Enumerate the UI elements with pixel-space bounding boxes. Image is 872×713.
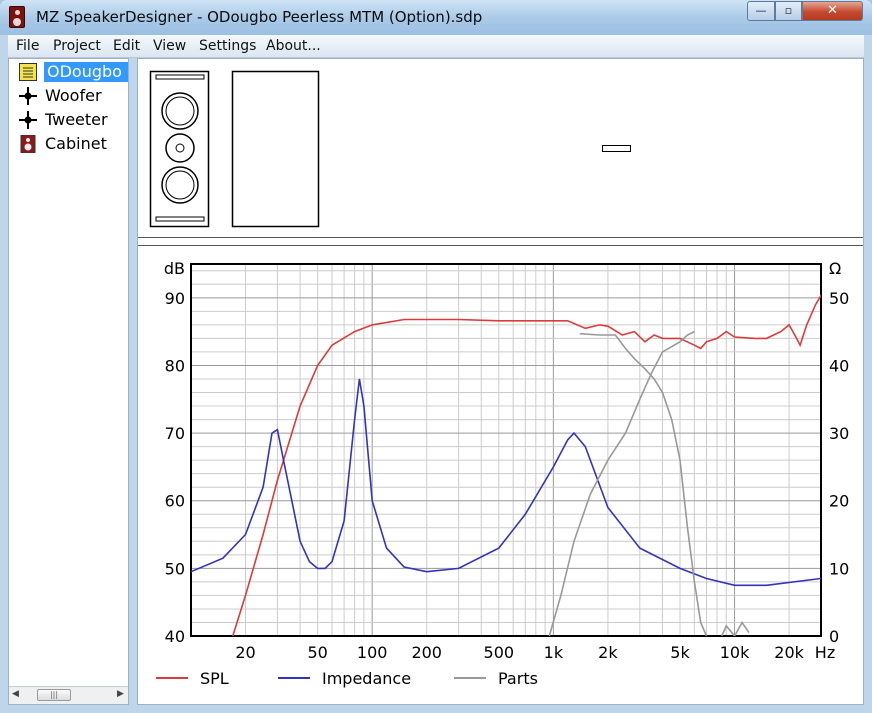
menu-view[interactable]: View (153, 38, 186, 54)
y-right-tick-label: 40 (829, 356, 849, 375)
y-left-tick-label: 50 (165, 559, 185, 578)
x-tick-label: 20k (774, 643, 804, 662)
x-tick-label: 50 (307, 643, 327, 662)
legend-label-spl: SPL (200, 669, 229, 688)
window-title: MZ SpeakerDesigner - ODougbo Peerless MT… (36, 8, 483, 26)
x-unit-label: Hz (815, 643, 835, 662)
menu-settings[interactable]: Settings (199, 38, 256, 54)
project-tree[interactable]: ODougbo Woofer Tweeter Cabinet ◀ ||| ▶ (8, 58, 129, 705)
x-tick-label: 20 (235, 643, 255, 662)
maximize-icon: ▫ (784, 4, 793, 17)
tree-item-label: ODougbo (44, 62, 128, 82)
main-pane: 40 50 60 70 80 90 0 10 20 30 40 50 dB Ω 20 50 100 200 500 1… (137, 58, 864, 705)
tree-item-project[interactable]: ODougbo (11, 61, 128, 83)
minimize-icon: — (755, 4, 767, 17)
tree-item-label: Tweeter (45, 110, 108, 129)
menu-about[interactable]: About... (266, 38, 321, 54)
frequency-response-chart: 40506070809001020304050dB Ω20 50 100 200 500 1… (156, 259, 849, 688)
cabinet-icon (20, 135, 36, 153)
y-right-tick-label: 50 (829, 289, 849, 308)
menu-file[interactable]: File (16, 38, 39, 54)
y-right-tick-label: 20 (829, 492, 849, 511)
y-right-tick-label: 30 (829, 424, 849, 443)
close-icon: ✕ (827, 3, 838, 18)
menu-bar: File Project Edit View Settings About... (8, 35, 864, 58)
y-left-unit-label: dB (164, 259, 185, 278)
tree-item-woofer[interactable]: Woofer (11, 85, 128, 107)
series-line-spl (232, 293, 821, 636)
close-button[interactable]: ✕ (802, 1, 863, 21)
legend-label-parts: Parts (498, 669, 538, 688)
app-speaker-icon[interactable] (9, 6, 25, 28)
scroll-left-icon[interactable]: ◀ (12, 689, 19, 699)
minimize-button[interactable]: — (747, 1, 775, 21)
y-left-tick-label: 80 (165, 356, 185, 375)
y-left-tick-label: 70 (165, 424, 185, 443)
tree-horizontal-scrollbar[interactable]: ◀ ||| ▶ (9, 686, 128, 704)
y-right-unit-label: Ω (829, 259, 841, 278)
tree-item-tweeter[interactable]: Tweeter (11, 109, 128, 131)
x-tick-label: 100 (357, 643, 388, 662)
driver-node-icon (19, 111, 37, 129)
y-left-tick-label: 90 (165, 289, 185, 308)
scroll-thumb[interactable]: ||| (37, 689, 71, 701)
x-tick-label: 200 (411, 643, 442, 662)
legend-label-impedance: Impedance (322, 669, 411, 688)
x-tick-label: 1k (544, 643, 564, 662)
title-bar[interactable]: MZ SpeakerDesigner - ODougbo Peerless MT… (0, 0, 872, 35)
tree-item-cabinet[interactable]: Cabinet (11, 133, 128, 155)
tree-item-label: Woofer (45, 86, 102, 105)
x-tick-label: 500 (484, 643, 515, 662)
y-left-tick-label: 60 (165, 492, 185, 511)
menu-project[interactable]: Project (53, 38, 101, 54)
scroll-right-icon[interactable]: ▶ (117, 689, 124, 699)
maximize-button[interactable]: ▫ (775, 1, 802, 21)
application-window: MZ SpeakerDesigner - ODougbo Peerless MT… (0, 0, 872, 713)
series-line-parts (548, 330, 695, 636)
driver-node-icon (19, 87, 37, 105)
project-icon (19, 63, 37, 81)
tree-item-label: Cabinet (45, 134, 107, 153)
y-right-tick-label: 10 (829, 559, 849, 578)
x-tick-label: 2k (598, 643, 618, 662)
x-tick-label: 5k (670, 643, 690, 662)
menu-edit[interactable]: Edit (113, 38, 140, 54)
x-tick-label: 10k (720, 643, 750, 662)
y-left-tick-label: 40 (165, 627, 185, 646)
